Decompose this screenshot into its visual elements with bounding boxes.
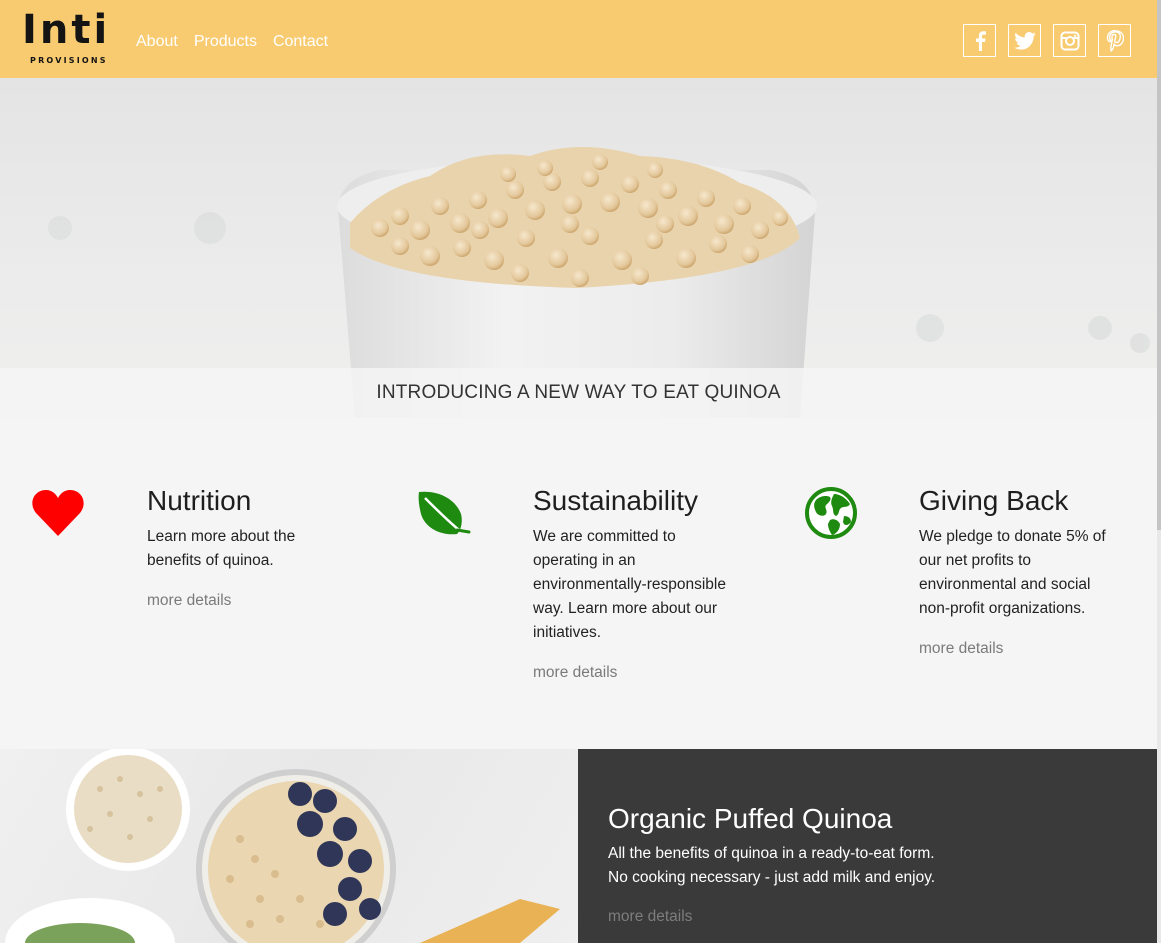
logo-subtitle: PROVISIONS: [30, 56, 108, 65]
quinoa-bowl-image: [48, 147, 1150, 418]
product-panel: Organic Puffed Quinoa All the benefits o…: [578, 749, 1157, 943]
globe-icon: [805, 487, 857, 539]
nutrition-more-details-link[interactable]: more details: [147, 591, 231, 611]
facebook-link[interactable]: [963, 24, 996, 57]
instagram-icon: [1060, 31, 1079, 50]
sustainability-more-details-link[interactable]: more details: [533, 663, 617, 683]
nav-about[interactable]: About: [136, 33, 178, 51]
sustainability-text: We are committed to operating in an envi…: [533, 528, 726, 641]
site-header: Inti PROVISIONS About Products Contact: [0, 0, 1157, 78]
nutrition-text: Learn more about the benefits of quinoa.: [147, 528, 296, 569]
logo-wordmark: Inti: [22, 7, 111, 53]
product-title: Organic Puffed Quinoa: [608, 803, 893, 834]
page-scrollbar[interactable]: [1157, 0, 1161, 943]
hero-title: INTRODUCING A NEW WAY TO EAT QUINOA: [376, 382, 781, 403]
main-nav: About Products Contact: [136, 33, 328, 51]
nav-contact[interactable]: Contact: [273, 33, 328, 51]
scrollbar-thumb[interactable]: [1157, 0, 1161, 530]
pinterest-link[interactable]: [1098, 24, 1131, 57]
social-links: [963, 24, 1131, 57]
quinoa-blueberry-bowl-image: [5, 749, 560, 943]
nutrition-title: Nutrition: [147, 485, 252, 516]
product-description: All the benefits of quinoa in a ready-to…: [608, 845, 936, 886]
hero-caption-band: INTRODUCING A NEW WAY TO EAT QUINOA: [0, 368, 1157, 418]
site-logo[interactable]: Inti PROVISIONS: [22, 10, 114, 68]
hero-banner: INTRODUCING A NEW WAY TO EAT QUINOA: [0, 78, 1157, 418]
nav-products[interactable]: Products: [194, 33, 257, 51]
sustainability-title: Sustainability: [533, 485, 698, 516]
product-photo: [0, 749, 578, 943]
giving-back-text: We pledge to donate 5% of our net profit…: [919, 528, 1106, 617]
instagram-link[interactable]: [1053, 24, 1086, 57]
product-more-details-link[interactable]: more details: [608, 908, 692, 926]
pinterest-icon: [1106, 29, 1124, 52]
giving-back-more-details-link[interactable]: more details: [919, 639, 1003, 659]
facebook-icon: [975, 30, 986, 51]
twitter-link[interactable]: [1008, 24, 1041, 57]
giving-back-title: Giving Back: [919, 485, 1069, 516]
twitter-icon: [1013, 31, 1036, 50]
leaf-icon: [418, 491, 471, 535]
heart-icon: [32, 490, 84, 536]
